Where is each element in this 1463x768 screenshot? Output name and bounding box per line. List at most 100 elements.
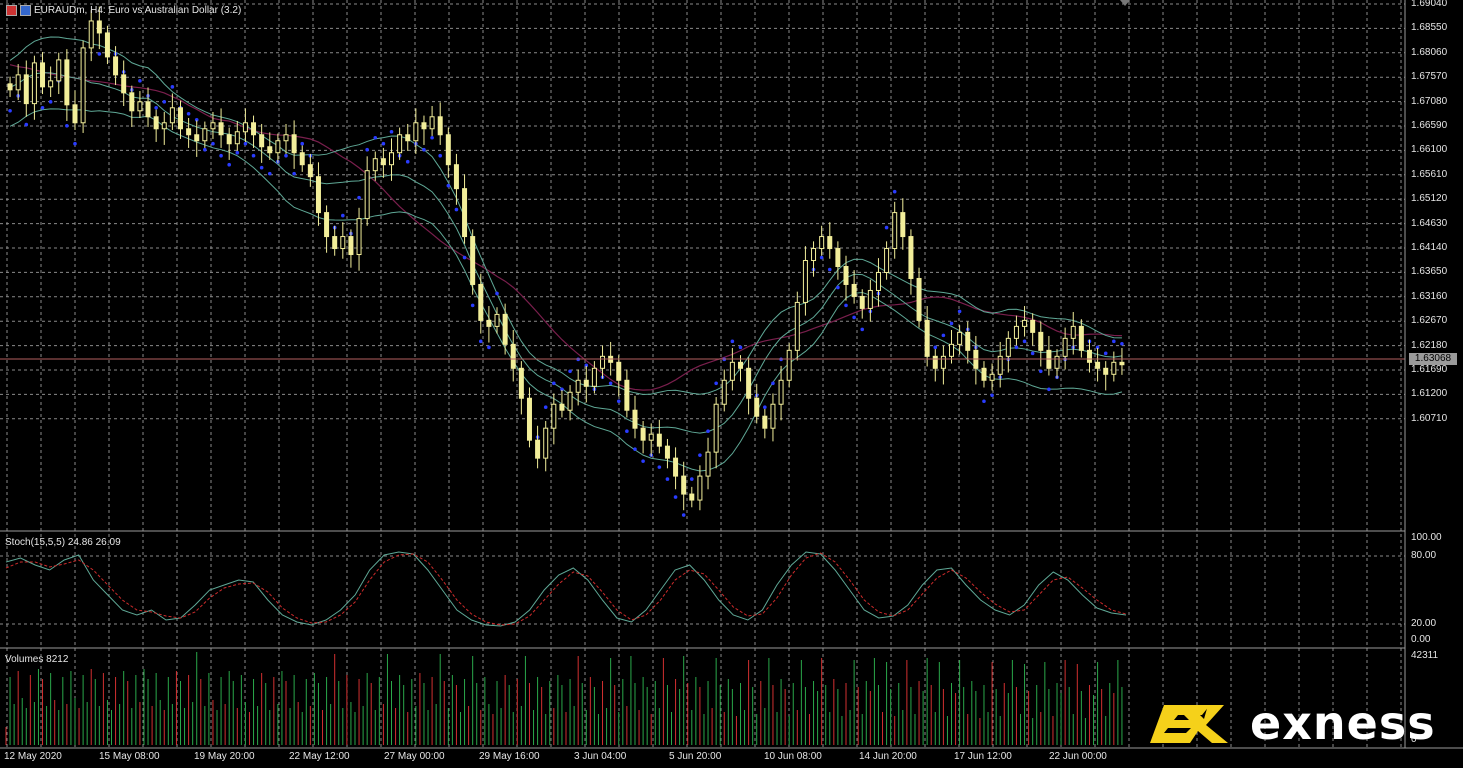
stoch-level-100: 100.00 — [1411, 532, 1442, 543]
chart-window-icon[interactable] — [6, 4, 17, 16]
candle-body — [746, 367, 752, 399]
psar-dot — [1014, 345, 1019, 350]
psar-dot — [470, 303, 475, 308]
psar-dot — [714, 381, 718, 386]
candle-body — [656, 433, 662, 447]
candle-body — [1038, 331, 1044, 351]
candle-body — [80, 47, 86, 124]
psar-dot — [771, 381, 775, 386]
candle-body — [234, 131, 240, 145]
psar-dot — [186, 111, 191, 116]
candle-body — [242, 122, 248, 133]
psar-dot — [65, 123, 69, 128]
candle-body — [478, 283, 484, 321]
psar-dot — [300, 141, 305, 146]
candle-body — [1062, 337, 1068, 357]
candle-body — [729, 361, 735, 381]
price-axis-label: 1.62670 — [1411, 315, 1448, 327]
candle-body — [486, 319, 492, 327]
price-axis-label: 1.64630 — [1411, 217, 1448, 229]
psar-dot — [543, 405, 548, 410]
candle-body — [916, 277, 922, 321]
candle-body — [1111, 361, 1117, 375]
candle-body — [169, 107, 175, 124]
psar-dot — [251, 153, 256, 158]
price-axis-label: 1.65120 — [1411, 193, 1448, 205]
candle-body — [551, 403, 557, 429]
candle-body — [900, 212, 906, 238]
exness-mark-icon — [1150, 705, 1228, 743]
psar-dot — [219, 153, 223, 158]
time-axis-label: 17 Jun 12:00 — [954, 751, 1012, 762]
chart-window[interactable]: EURAUDm, H4: Euro vs Australian Dollar (… — [0, 0, 1463, 768]
stoch-signal-line — [5, 552, 1127, 626]
psar-dot — [341, 213, 345, 218]
candle-body — [892, 212, 898, 250]
candle-body — [1103, 367, 1109, 375]
candle-body — [851, 283, 857, 297]
price-axis-label: 1.66100 — [1411, 144, 1448, 156]
candle-body — [15, 74, 21, 91]
candle-body — [72, 104, 78, 124]
candle-body — [291, 134, 297, 154]
candle-body — [421, 122, 427, 130]
psar-dot — [852, 315, 856, 320]
time-axis-label: 29 May 16:00 — [479, 751, 540, 762]
psar-dot — [405, 159, 410, 164]
candle-body — [40, 62, 46, 88]
candle-body — [259, 134, 265, 148]
time-axis-label: 22 May 12:00 — [289, 751, 350, 762]
candle-body — [364, 170, 370, 220]
candle-body — [1078, 325, 1084, 351]
candle-body — [884, 248, 890, 273]
current-price-tag: 1.63068 — [1409, 353, 1457, 365]
chart-title: EURAUDm, H4: Euro vs Australian Dollar (… — [6, 3, 241, 17]
symbol-flag-icon — [20, 4, 31, 16]
psar-dot — [40, 106, 45, 110]
candle-body — [1119, 361, 1125, 366]
stoch-main-line — [5, 551, 1127, 627]
candle-body — [526, 397, 532, 441]
grid — [0, 0, 1405, 748]
candle-body — [226, 134, 232, 145]
candle-body — [218, 122, 224, 136]
psar-dot — [495, 291, 499, 296]
psar-dot — [616, 399, 621, 404]
exness-wordmark: exness — [1250, 696, 1436, 750]
candle-body — [705, 451, 711, 477]
candle-body — [648, 433, 654, 441]
psar-dot — [73, 141, 77, 146]
candle-body — [202, 128, 208, 142]
time-axis-label: 19 May 20:00 — [194, 751, 255, 762]
candle-body — [1005, 337, 1011, 357]
psar-dot — [381, 141, 386, 146]
candle-body — [819, 236, 825, 250]
candle-body — [559, 403, 565, 411]
psar-dot — [430, 135, 434, 140]
candle-body — [7, 83, 13, 91]
psar-dot — [673, 495, 678, 499]
chart-canvas[interactable] — [0, 0, 1463, 768]
psar-dot — [730, 339, 735, 344]
psar-dot — [454, 207, 459, 212]
candle-body — [567, 391, 573, 411]
psar-dot — [211, 141, 215, 146]
candle-body — [932, 355, 938, 369]
psar-dot — [154, 106, 158, 110]
psar-dot — [373, 135, 378, 140]
candle-body — [989, 373, 995, 381]
psar-dot — [1047, 387, 1051, 392]
candle-body — [283, 134, 289, 142]
psar-dot — [462, 255, 467, 260]
candle-body — [502, 313, 508, 345]
candle-body — [177, 107, 183, 130]
chart-shift-marker-icon[interactable] — [1120, 0, 1130, 6]
psar-dot — [1030, 351, 1035, 356]
candle-body — [31, 62, 37, 105]
time-axis-label: 3 Jun 04:00 — [574, 751, 627, 762]
psar-dot — [982, 399, 986, 404]
candle-body — [794, 301, 800, 351]
candle-body — [867, 289, 873, 309]
candle-body — [940, 355, 946, 369]
psar-dot — [689, 477, 694, 481]
